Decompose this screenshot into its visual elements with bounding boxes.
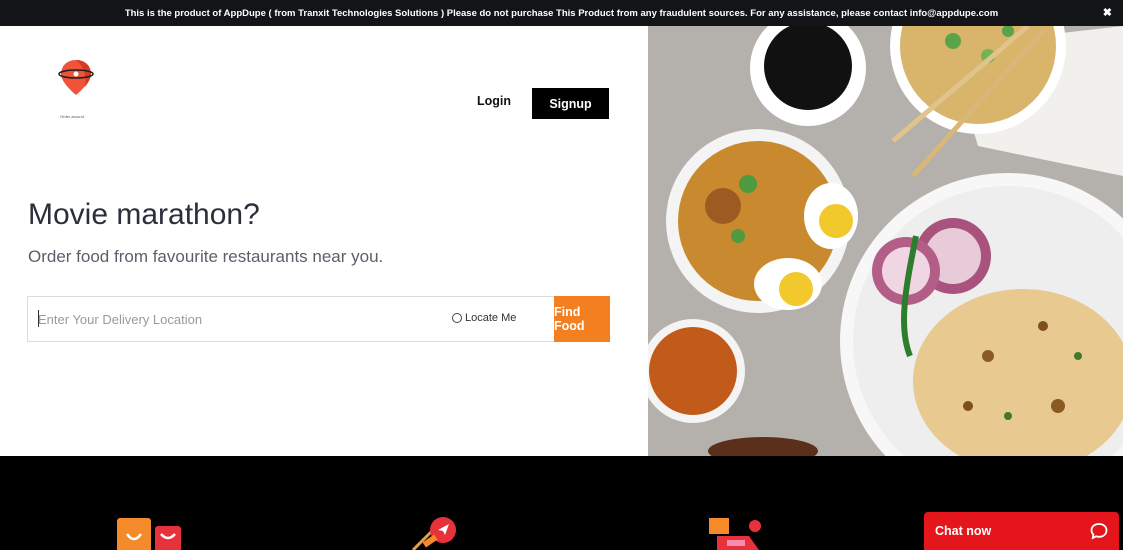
signup-button[interactable]: Signup <box>532 88 609 119</box>
locate-me-button[interactable]: Locate Me <box>452 312 516 324</box>
text-cursor <box>38 310 39 327</box>
shopping-bag-icon <box>117 518 181 550</box>
delivery-pin-logo-icon[interactable] <box>56 57 96 97</box>
locate-me-label: Locate Me <box>465 312 517 324</box>
chat-now-label: Chat now <box>935 524 992 538</box>
login-link[interactable]: Login <box>472 94 516 108</box>
chat-bubble-icon <box>1090 523 1108 540</box>
close-icon[interactable]: ✖ <box>1103 6 1112 20</box>
food-platter-photo <box>648 26 1123 456</box>
find-food-button[interactable]: Find Food <box>554 296 610 342</box>
chat-now-widget[interactable]: Chat now <box>924 512 1119 550</box>
notice-bar: This is the product of AppDupe ( from Tr… <box>0 0 1123 26</box>
delivery-location-input[interactable] <box>38 310 438 328</box>
map-navigation-icon <box>411 517 456 550</box>
hero-title: Movie marathon? <box>28 198 260 231</box>
food-photo-illustration <box>648 26 1123 456</box>
locate-radio-icon <box>452 313 462 323</box>
location-search-form: Locate Me Find Food <box>27 296 610 342</box>
notice-text: This is the product of AppDupe ( from Tr… <box>124 7 999 19</box>
hero-subtitle: Order food from favourite restaurants ne… <box>28 247 384 266</box>
logo-tagline: Order around <box>60 114 84 119</box>
delivery-scooter-icon <box>709 518 761 550</box>
